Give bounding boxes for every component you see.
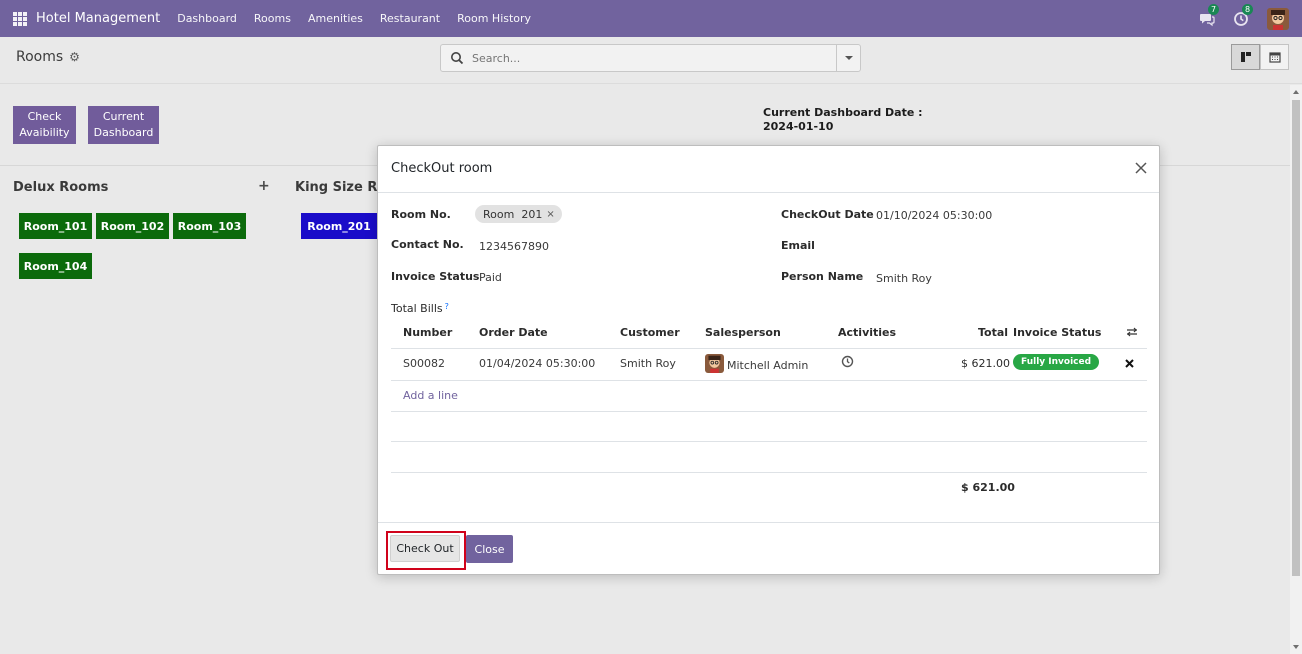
menu-item-amenities[interactable]: Amenities — [308, 12, 363, 25]
row-salesperson[interactable]: Mitchell Admin — [727, 359, 808, 372]
search-input[interactable] — [472, 51, 832, 65]
column-title-delux: Delux Rooms — [13, 180, 109, 195]
room-card-103[interactable]: Room_103 — [173, 213, 246, 239]
highlight-box — [386, 531, 466, 570]
control-panel: Rooms ⚙ — [0, 37, 1302, 84]
calendar-view-button[interactable] — [1260, 44, 1289, 70]
delete-row-icon[interactable] — [1125, 359, 1134, 368]
kanban-icon — [1240, 52, 1251, 62]
kanban-view-button[interactable] — [1231, 44, 1260, 70]
salesperson-avatar — [705, 354, 724, 373]
add-room-button[interactable]: + — [258, 178, 270, 194]
page-scrollbar[interactable] — [1290, 85, 1302, 654]
table-divider — [391, 441, 1147, 442]
col-header-salesperson[interactable]: Salesperson — [705, 326, 781, 339]
scroll-thumb[interactable] — [1292, 100, 1300, 576]
col-header-order-date[interactable]: Order Date — [479, 326, 548, 339]
col-header-number[interactable]: Number — [403, 326, 452, 339]
contact-no-field[interactable]: 1234567890 — [479, 240, 549, 253]
room-tag[interactable]: Room 201 × — [475, 205, 562, 223]
checkout-room-dialog: CheckOut room Room No. Room 201 × Contac… — [377, 145, 1160, 575]
table-divider — [391, 380, 1147, 381]
activities-counter: 8 — [1242, 3, 1254, 15]
checkout-date-field[interactable]: 01/10/2024 05:30:00 — [876, 209, 992, 222]
table-divider — [391, 411, 1147, 412]
invoice-status-label: Invoice Status — [391, 270, 480, 283]
top-navbar: Hotel Management Dashboard Rooms Ameniti… — [0, 0, 1302, 37]
total-bills-label: Total Bills? — [391, 302, 449, 315]
invoice-status-field[interactable]: Paid — [479, 271, 502, 284]
systray: 7 8 — [1199, 0, 1302, 37]
room-tag-label: Room 201 — [483, 207, 543, 221]
menu-item-dashboard[interactable]: Dashboard — [177, 12, 237, 25]
dialog-footer: Check Out Close — [378, 522, 1159, 575]
search-bar[interactable] — [440, 44, 861, 72]
grand-total: $ 621.00 — [961, 481, 1015, 494]
check-availability-button[interactable]: Check Avaibility — [13, 106, 76, 144]
row-total: $ 621.00 — [961, 357, 1010, 370]
current-dashboard-button[interactable]: Current Dashboard — [88, 106, 159, 144]
clock-icon[interactable]: 8 — [1233, 3, 1254, 27]
menu-item-room-history[interactable]: Room History — [457, 12, 531, 25]
room-card-101[interactable]: Room_101 — [19, 213, 92, 239]
button-label-line: Check — [27, 110, 62, 123]
room-card-104[interactable]: Room_104 — [19, 253, 92, 279]
close-button[interactable]: Close — [466, 535, 513, 563]
page-title: Rooms — [16, 49, 64, 65]
row-order-date[interactable]: 01/04/2024 05:30:00 — [479, 357, 595, 370]
person-name-field[interactable]: Smith Roy — [876, 272, 932, 285]
table-divider — [391, 472, 1147, 473]
search-options-toggle[interactable] — [836, 45, 860, 71]
add-line-link[interactable]: Add a line — [403, 389, 458, 402]
invoice-status-badge: Fully Invoiced — [1013, 354, 1100, 370]
apps-menu-icon[interactable] — [13, 11, 27, 26]
user-avatar[interactable] — [1267, 7, 1289, 30]
room-no-label: Room No. — [391, 208, 451, 221]
dashboard-date-label: Current Dashboard Date : — [763, 106, 923, 119]
app-brand[interactable]: Hotel Management — [36, 11, 160, 26]
view-switcher — [1231, 44, 1289, 70]
person-name-label: Person Name — [781, 270, 864, 283]
dashboard-date-value: 2024-01-10 — [763, 120, 834, 133]
tag-remove-icon[interactable]: × — [546, 209, 554, 220]
calendar-icon — [1268, 52, 1281, 63]
activity-clock-icon[interactable] — [841, 355, 854, 368]
total-bills-text: Total Bills — [391, 302, 443, 315]
breadcrumb: Rooms ⚙ — [16, 49, 80, 65]
chat-icon[interactable]: 7 — [1199, 3, 1220, 27]
checkout-date-label: CheckOut Date — [781, 208, 874, 221]
table-divider — [391, 348, 1147, 349]
room-card-102[interactable]: Room_102 — [96, 213, 169, 239]
gear-icon[interactable]: ⚙ — [69, 50, 80, 64]
close-icon[interactable] — [1135, 162, 1147, 174]
button-label-line: Current — [102, 110, 145, 123]
contact-no-label: Contact No. — [391, 238, 464, 251]
optional-columns-icon[interactable] — [1126, 326, 1138, 338]
dialog-header: CheckOut room — [378, 146, 1159, 193]
messages-counter: 7 — [1208, 3, 1220, 15]
search-icon — [451, 52, 464, 65]
row-number[interactable]: S00082 — [403, 357, 445, 370]
chevron-down-icon — [844, 56, 853, 60]
col-header-activities[interactable]: Activities — [838, 326, 896, 339]
menu-item-restaurant[interactable]: Restaurant — [380, 12, 440, 25]
col-header-total[interactable]: Total — [978, 326, 1008, 339]
email-field[interactable] — [876, 239, 1136, 253]
main-menu: Dashboard Rooms Amenities Restaurant Roo… — [168, 12, 531, 25]
scroll-up-arrow-icon[interactable] — [1293, 90, 1299, 94]
row-customer[interactable]: Smith Roy — [620, 357, 676, 370]
dashboard-date: Current Dashboard Date : 2024-01-10 — [763, 106, 923, 134]
dialog-title: CheckOut room — [391, 161, 493, 176]
menu-item-rooms[interactable]: Rooms — [254, 12, 291, 25]
button-label-line: Avaibility — [19, 126, 70, 139]
room-card-201[interactable]: Room_201 — [301, 213, 377, 239]
email-label: Email — [781, 239, 815, 252]
col-header-customer[interactable]: Customer — [620, 326, 680, 339]
button-label-line: Dashboard — [93, 126, 154, 139]
col-header-invoice-status[interactable]: Invoice Status — [1013, 326, 1101, 339]
help-icon[interactable]: ? — [445, 302, 449, 311]
scroll-down-arrow-icon[interactable] — [1293, 645, 1299, 649]
